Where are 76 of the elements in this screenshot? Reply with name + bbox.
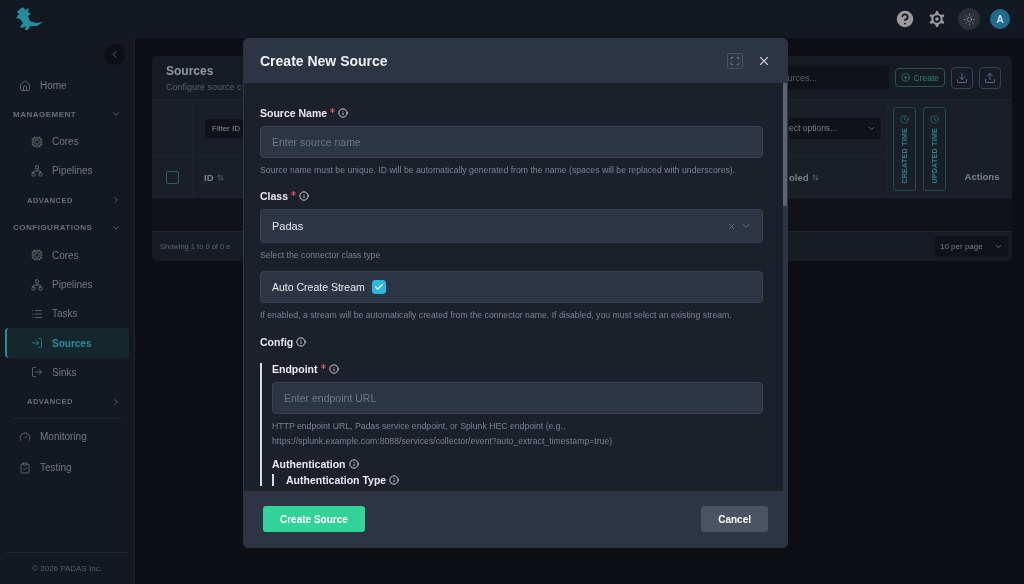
sort-icon[interactable] (811, 173, 819, 181)
section-header[interactable]: MANAGEMENT (5, 101, 129, 127)
cancel-button[interactable]: Cancel (701, 506, 768, 532)
options-select[interactable]: ect options... (789, 117, 881, 139)
filter-field[interactable]: Filter ID (205, 118, 243, 138)
theme-toggle[interactable] (958, 8, 980, 30)
field-label: Authentication Type (286, 474, 387, 486)
field-label: Endpoint (272, 363, 318, 375)
home-icon (19, 79, 31, 92)
chevron-right-icon (111, 396, 121, 407)
per-page-select[interactable]: 10 per page (935, 236, 1008, 257)
dragon-logo (14, 6, 44, 32)
plus-icon (901, 73, 911, 82)
gauge-icon (19, 430, 31, 443)
dialog-title: Create New Source (260, 53, 388, 69)
info-icon[interactable] (328, 364, 339, 374)
class-select[interactable]: Padas (260, 209, 763, 243)
page-title: Sources (166, 63, 215, 78)
enter-icon (31, 337, 43, 350)
sidebar-item[interactable]: Home (5, 70, 129, 101)
sidebar-item[interactable]: Pipelines (5, 156, 129, 186)
hierarchy-icon (31, 278, 43, 291)
sort-icon[interactable] (216, 173, 224, 181)
create-button[interactable]: Create (895, 68, 945, 87)
help-text: If enabled, a stream will be automatically created from the connector name. If disabled, you must select an existing stream. (260, 309, 733, 322)
help-text: HTTP endpoint URL, Padas service endpoint, or Splunk HEC endpoint (e.g., https://splunk.example.com:8088/services/collector/event?auto_extract_timestamp=true) (272, 420, 614, 448)
check-icon (373, 282, 384, 292)
info-icon[interactable] (296, 337, 307, 347)
text-input[interactable]: Enter source name (260, 126, 763, 158)
scrollbar-thumb[interactable] (783, 83, 787, 206)
info-icon[interactable] (389, 475, 400, 485)
search-field[interactable]: urces... (785, 65, 890, 90)
section-header[interactable]: CONFIGURATIONS (5, 214, 129, 241)
sidebar-item[interactable]: Cores (5, 127, 129, 157)
chevron-down-icon (111, 109, 121, 119)
column-header: Actions (964, 171, 1000, 182)
info-icon[interactable] (348, 459, 359, 469)
download-icon (956, 71, 968, 84)
column-header[interactable]: oled (789, 171, 819, 183)
clipboard-check-icon (19, 461, 31, 474)
hierarchy-icon (31, 164, 43, 177)
sun-icon (962, 12, 976, 26)
help-icon[interactable] (894, 8, 916, 30)
info-icon[interactable] (338, 108, 349, 118)
close-icon[interactable] (757, 54, 771, 68)
clock-icon (900, 114, 909, 124)
exit-icon (31, 366, 43, 379)
help-text: Select the connector class type (260, 249, 382, 262)
field-label: Class (260, 190, 289, 202)
chevron-right-icon (111, 195, 121, 206)
checkbox-label: Auto Create Stream (272, 281, 365, 293)
list-icon (31, 307, 43, 320)
select-all-checkbox[interactable] (166, 170, 179, 184)
sidebar-item[interactable]: Testing (5, 452, 129, 484)
expand-icon (730, 56, 740, 66)
sidebar-item[interactable]: Pipelines (5, 269, 129, 300)
sidebar-item[interactable]: Sources (5, 328, 129, 358)
sidebar-item[interactable]: Sinks (5, 357, 129, 388)
chevron-down-icon (994, 242, 1003, 251)
sidebar-item[interactable]: Tasks (5, 299, 129, 329)
field-label: Source Name (260, 107, 328, 119)
upload-icon (984, 71, 996, 84)
chip-icon (31, 249, 43, 262)
group-label: Authentication (272, 458, 346, 470)
sidebar-item[interactable]: Monitoring (5, 421, 129, 453)
sidebar-item[interactable]: Cores (5, 240, 129, 270)
text-input[interactable]: Enter endpoint URL (272, 382, 763, 414)
column-header[interactable]: ID (204, 171, 224, 183)
chip-icon (31, 135, 43, 148)
clock-icon (930, 114, 939, 124)
settings-icon[interactable] (926, 8, 948, 30)
group-label: Config (260, 336, 294, 348)
help-text: Source name must be unique. ID will be automatically generated from the name (spaces will be replaced with underscores). (260, 164, 737, 177)
user-avatar[interactable]: A (990, 9, 1010, 29)
info-icon[interactable] (299, 191, 310, 201)
checkbox[interactable] (371, 280, 386, 294)
